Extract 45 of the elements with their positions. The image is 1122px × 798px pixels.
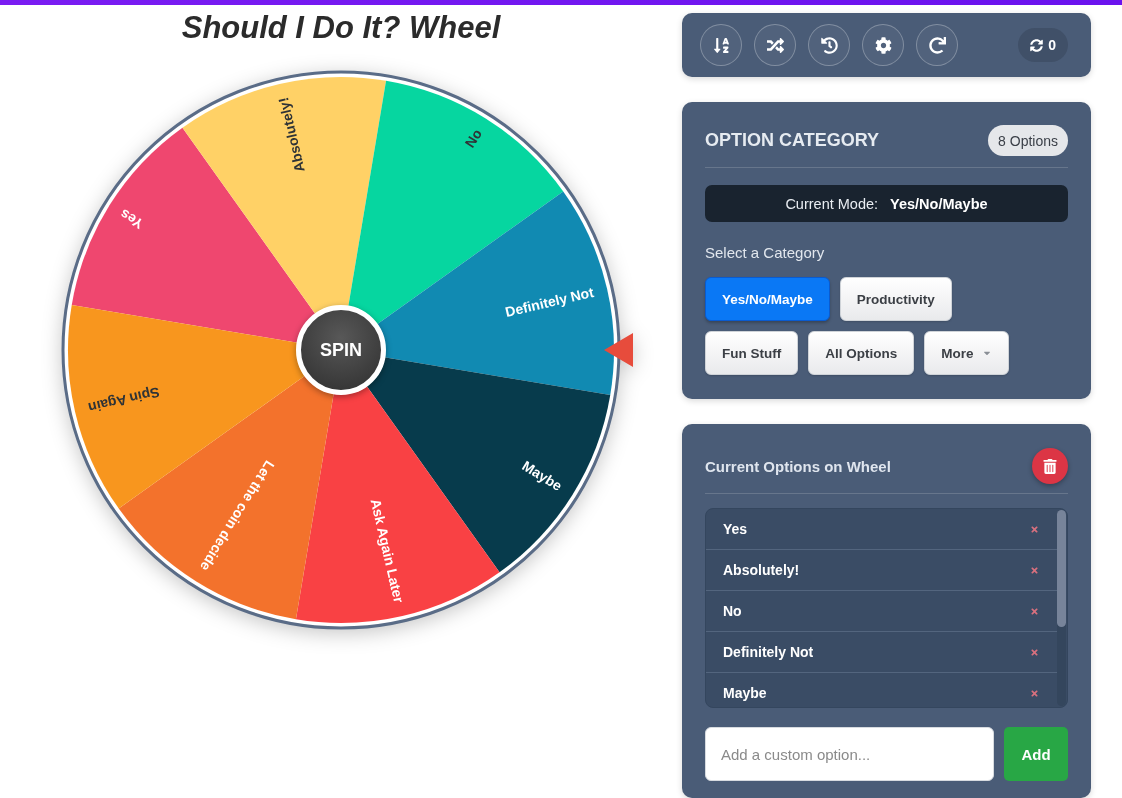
clock-arrow-icon xyxy=(820,36,838,54)
history-button[interactable] xyxy=(808,24,850,66)
sort-icon xyxy=(712,36,730,54)
more-dropdown-button[interactable]: More xyxy=(924,331,1009,375)
segment-label: Definitely Not xyxy=(503,283,596,320)
section-label: Select a Category xyxy=(705,243,825,263)
x-mark-icon[interactable] xyxy=(1030,606,1039,616)
category-button[interactable]: All Options xyxy=(808,331,915,375)
segment-label: Yes xyxy=(117,205,147,233)
option-count-badge: 8 Options xyxy=(988,125,1068,156)
category-button[interactable]: Yes/No/Maybe xyxy=(705,277,830,321)
redo-button[interactable] xyxy=(916,24,958,66)
option-label: Absolutely! xyxy=(723,562,800,578)
x-mark-icon[interactable] xyxy=(1030,688,1039,698)
panel-title: OPTION CATEGORY xyxy=(705,130,879,151)
sort-button[interactable] xyxy=(700,24,742,66)
option-label: Definitely Not xyxy=(723,644,814,660)
page-title: Should I Do It? Wheel xyxy=(181,9,501,47)
category-button[interactable]: Productivity xyxy=(839,277,952,321)
category-button[interactable]: Fun Stuff xyxy=(705,331,799,375)
x-mark-icon[interactable] xyxy=(1030,647,1039,657)
spin-count: 0 xyxy=(1048,37,1056,53)
option-input[interactable]: Add a custom option... xyxy=(705,727,994,781)
x-mark-icon[interactable] xyxy=(1030,565,1039,575)
panel-title: Current Options on Wheel xyxy=(705,457,891,475)
circular-arrow-icon xyxy=(928,36,946,54)
segment-label: Spin Again xyxy=(86,384,162,417)
scrollbar-track[interactable] xyxy=(1057,510,1066,706)
settings-button[interactable] xyxy=(862,24,904,66)
segment-label: No xyxy=(461,126,486,151)
mode-label: Current Mode: xyxy=(785,195,879,212)
trash-icon xyxy=(1043,458,1057,474)
sync-arrows-icon xyxy=(1030,38,1044,52)
shuffle-button[interactable] xyxy=(754,24,796,66)
x-mark-icon[interactable] xyxy=(1030,524,1039,534)
mode-value: Yes/No/Maybe xyxy=(890,195,988,212)
pointer-icon xyxy=(604,333,633,367)
settings-icon xyxy=(874,36,892,54)
segment-label: Ask Again Later xyxy=(367,497,408,605)
clear-all-button[interactable] xyxy=(1032,448,1068,484)
shuffle-icon xyxy=(766,36,784,54)
option-label: Maybe xyxy=(723,685,767,701)
option-label: Yes xyxy=(723,521,748,537)
scrollbar-thumb[interactable] xyxy=(1057,510,1066,627)
option-label: No xyxy=(723,603,742,619)
